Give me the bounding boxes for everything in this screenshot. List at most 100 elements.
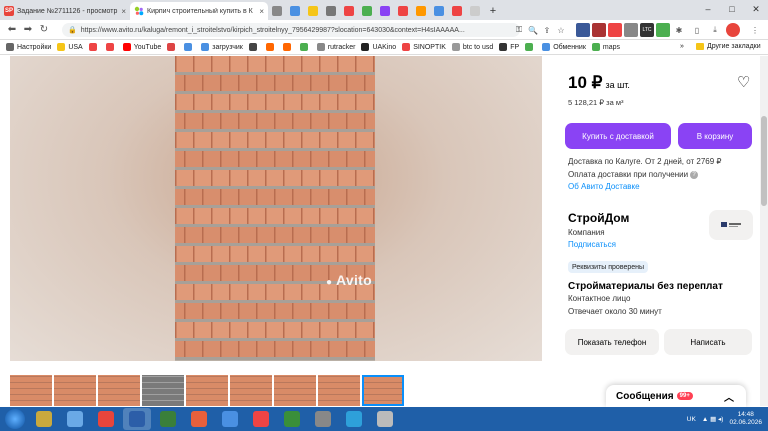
pinned-tab[interactable] [322,2,340,20]
zoom-icon[interactable]: 🔍 [526,23,540,37]
pinned-tab[interactable] [340,2,358,20]
taskbar-app[interactable] [247,408,275,430]
extension-icon[interactable] [624,23,638,37]
bookmark-item[interactable] [248,43,260,51]
bookmark-item[interactable]: SINOPTIK [402,43,446,51]
extension-icon[interactable] [592,23,606,37]
ltc-extension-icon[interactable]: LTC [640,23,654,37]
key-icon[interactable]: ⚿ [512,23,526,37]
pinned-tab[interactable] [376,2,394,20]
download-icon[interactable]: ⤓ [708,23,722,37]
bookmark-item[interactable]: YouTube [122,43,161,51]
tab-task[interactable]: SP Задание №2711126 - просмотр з × [0,2,130,20]
taskbar-app[interactable] [92,408,120,430]
taskbar-app[interactable] [340,408,368,430]
share-icon[interactable]: ⇪ [540,23,554,37]
window-close-icon[interactable]: ✕ [744,0,768,18]
taskbar-app[interactable] [216,408,244,430]
more-bookmarks-button[interactable]: » [680,43,684,50]
about-delivery-link[interactable]: Об Авито Доставке [568,182,640,191]
pinned-tab[interactable] [412,2,430,20]
thumbnail[interactable] [10,375,52,406]
bookmark-item[interactable] [105,43,117,51]
write-message-button[interactable]: Написать [664,329,752,355]
forward-icon[interactable]: ➡ [20,24,36,35]
pinned-tab[interactable] [304,2,322,20]
bookmark-item[interactable]: USA [57,43,83,51]
chevron-up-icon[interactable]: ︿ [724,389,734,404]
info-icon[interactable]: ? [690,170,699,179]
address-bar[interactable]: 🔒 https://www.avito.ru/kaluga/remont_i_s… [62,23,520,37]
thumbnail[interactable] [230,375,272,406]
pinned-tab[interactable] [448,2,466,20]
bookmark-item[interactable] [525,43,536,51]
extension-icon[interactable] [656,23,670,37]
close-icon[interactable]: × [121,7,126,16]
star-icon[interactable]: ☆ [554,23,568,37]
buy-with-delivery-button[interactable]: Купить с доставкой [565,123,671,149]
maximize-icon[interactable]: □ [720,0,744,18]
thumbnail[interactable] [142,375,184,406]
puzzle-icon[interactable]: ✱ [672,23,686,37]
pinned-tab[interactable] [466,2,484,20]
tray-icons[interactable]: ▲ ▦ ◂) [702,415,724,423]
bookmark-item[interactable]: загрузчик [201,43,243,51]
bookmark-item[interactable] [88,43,100,51]
pinned-tab[interactable] [268,2,286,20]
back-icon[interactable]: ⬅ [4,24,20,35]
thumbnail[interactable] [318,375,360,406]
add-to-cart-button[interactable]: В корзину [678,123,752,149]
taskbar-app[interactable] [154,408,182,430]
seller-logo[interactable] [709,210,753,240]
seller-name[interactable]: СтройДом [568,211,629,225]
bookmark-item[interactable] [184,43,195,51]
language-indicator[interactable]: UK [687,416,696,423]
reload-icon[interactable]: ↻ [36,24,52,35]
pinned-tab[interactable] [286,2,304,20]
thumbnail[interactable] [98,375,140,406]
pinned-tab[interactable] [394,2,412,20]
subscribe-link[interactable]: Подписаться [568,240,616,249]
thumbnail[interactable] [362,375,404,406]
show-phone-button[interactable]: Показать телефон [565,329,659,355]
messages-widget[interactable]: Сообщения 99+ ︿ [606,385,746,407]
close-icon[interactable]: × [259,7,264,16]
profile-avatar-icon[interactable] [726,23,740,37]
taskbar-app[interactable] [309,408,337,430]
pinned-tab[interactable] [358,2,376,20]
menu-icon[interactable]: ⋮ [748,23,762,37]
taskbar-app[interactable] [61,408,89,430]
taskbar-app[interactable] [278,408,306,430]
sidebar-icon[interactable]: ▯ [690,23,704,37]
thumbnail[interactable] [186,375,228,406]
thumbnail[interactable] [54,375,96,406]
extension-icon[interactable] [576,23,590,37]
start-button[interactable] [0,407,30,431]
clock[interactable]: 14:48 02.06.2026 [729,411,762,427]
bookmark-item[interactable]: rutracker [316,43,355,51]
bookmark-item[interactable]: Обменник [542,43,586,51]
favorite-heart-icon[interactable]: ♡ [737,73,750,91]
photo-gallery[interactable]: ● Avito [10,56,542,361]
bookmark-item[interactable] [299,43,311,51]
bookmark-item[interactable] [265,43,277,51]
thumbnail[interactable] [274,375,316,406]
bookmark-item[interactable]: btc to usd [451,43,493,51]
taskbar-app[interactable] [123,408,151,430]
taskbar-app[interactable] [30,408,58,430]
minimize-icon[interactable]: – [696,0,720,18]
bookmark-item[interactable]: maps [591,43,620,51]
bookmark-item[interactable]: Настройки [6,43,51,51]
new-tab-button[interactable]: + [484,2,502,20]
bookmark-item[interactable]: FP [499,43,519,51]
bookmark-item[interactable]: UAKino [361,43,396,51]
bookmark-item[interactable] [167,43,178,51]
other-bookmarks[interactable]: Другие закладки [696,43,761,50]
scrollbar[interactable] [760,56,768,406]
taskbar-app[interactable] [185,408,213,430]
tab-avito[interactable]: Кирпич строительный купить в К × [130,2,268,20]
pinned-tab[interactable] [430,2,448,20]
bookmark-item[interactable] [282,43,294,51]
taskbar-app[interactable] [371,408,399,430]
extension-icon[interactable] [608,23,622,37]
